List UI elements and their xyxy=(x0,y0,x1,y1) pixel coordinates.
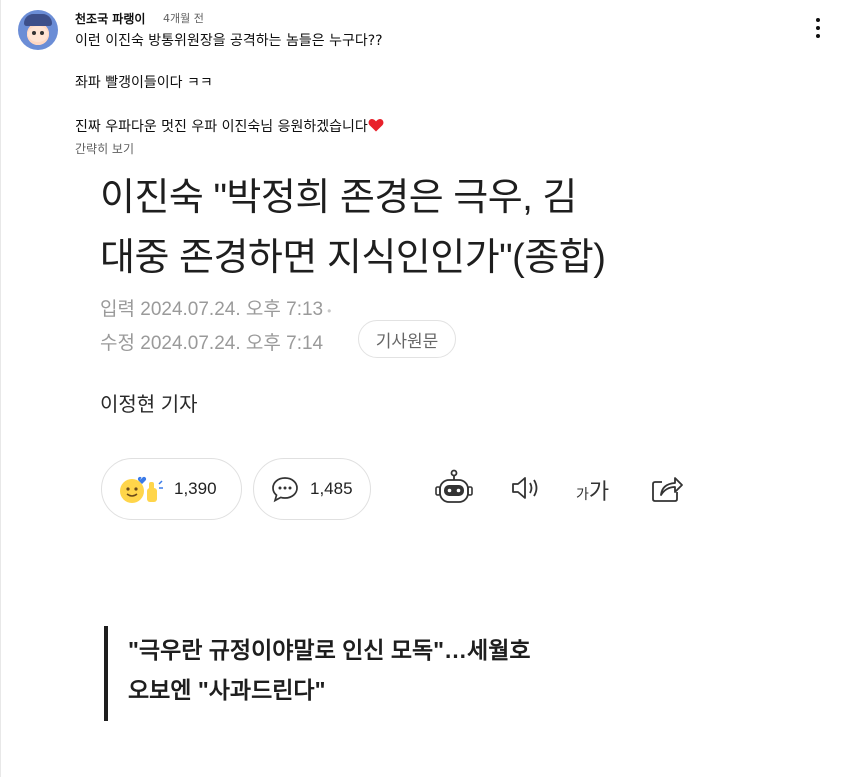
input-label: 입력 xyxy=(100,299,135,320)
font-size-button[interactable]: 가가 xyxy=(576,474,609,506)
reaction-count: 1,390 xyxy=(174,479,217,498)
reaction-button[interactable]: 1,390 xyxy=(101,458,242,520)
subheadline-line: "극우란 규정이야말로 인신 모독"…세월호 xyxy=(128,637,531,663)
avatar-eye xyxy=(40,31,44,35)
comment-author[interactable]: 천조국 파랭이 xyxy=(75,10,145,27)
comment-line-with-heart: 진짜 우파다운 멋진 우파 이진숙님 응원하겠습니다 xyxy=(75,118,775,136)
font-size-small-glyph: 가 xyxy=(576,486,589,502)
comment-button[interactable]: 1,485 xyxy=(253,458,371,520)
input-datetime-value: 2024.07.24. 오후 7:13 xyxy=(140,299,324,320)
red-heart-icon xyxy=(368,118,384,132)
font-size-big-glyph: 가 xyxy=(588,479,610,504)
original-article-button[interactable]: 기사원문 xyxy=(358,320,456,358)
comment-time[interactable]: 4개월 전 xyxy=(163,10,204,26)
left-border xyxy=(0,0,1,777)
avatar[interactable] xyxy=(18,10,58,50)
avatar-face xyxy=(28,26,48,42)
show-less-link[interactable]: 간략히 보기 xyxy=(75,140,134,157)
separator-dot-icon: • xyxy=(327,304,332,318)
speaker-icon[interactable] xyxy=(505,468,545,508)
edit-datetime: 수정 2024.07.24. 오후 7:14 xyxy=(100,328,323,355)
vertical-dots-icon[interactable] xyxy=(808,16,828,40)
edit-datetime-value: 2024.07.24. 오후 7:14 xyxy=(140,333,324,354)
avatar-eye xyxy=(32,31,36,35)
comment-count: 1,485 xyxy=(310,479,353,498)
comment-line: 진짜 우파다운 멋진 우파 이진숙님 응원하겠습니다 xyxy=(75,119,368,135)
article-headline: 이진숙 "박정희 존경은 극우, 김 대중 존경하면 지식인인가"(종합) xyxy=(100,168,700,288)
share-icon[interactable] xyxy=(647,468,687,508)
input-datetime: 입력 2024.07.24. 오후 7:13 • xyxy=(100,294,331,321)
quote-bar xyxy=(104,626,108,721)
headline-line: 이진숙 "박정희 존경은 극우, 김 xyxy=(100,177,577,219)
reporter-name[interactable]: 이정현 기자 xyxy=(100,388,198,417)
headline-line: 대중 존경하면 지식인인가"(종합) xyxy=(100,237,606,279)
article-subheadline: "극우란 규정이야말로 인신 모독"…세월호 오보엔 "사과드린다" xyxy=(128,630,668,710)
subheadline-line: 오보엔 "사과드린다" xyxy=(128,677,326,703)
avatar-hat xyxy=(24,14,52,26)
comment-line: 좌파 빨갱이들이다 ㅋㅋ xyxy=(75,75,213,91)
speech-bubble-icon xyxy=(272,477,298,503)
reaction-emoji-icon xyxy=(120,476,163,503)
robot-summary-icon[interactable] xyxy=(434,468,474,508)
comment-line: 이런 이진숙 방통위원장을 공격하는 놈들은 누구다?? xyxy=(75,33,383,49)
edit-label: 수정 xyxy=(100,333,135,354)
